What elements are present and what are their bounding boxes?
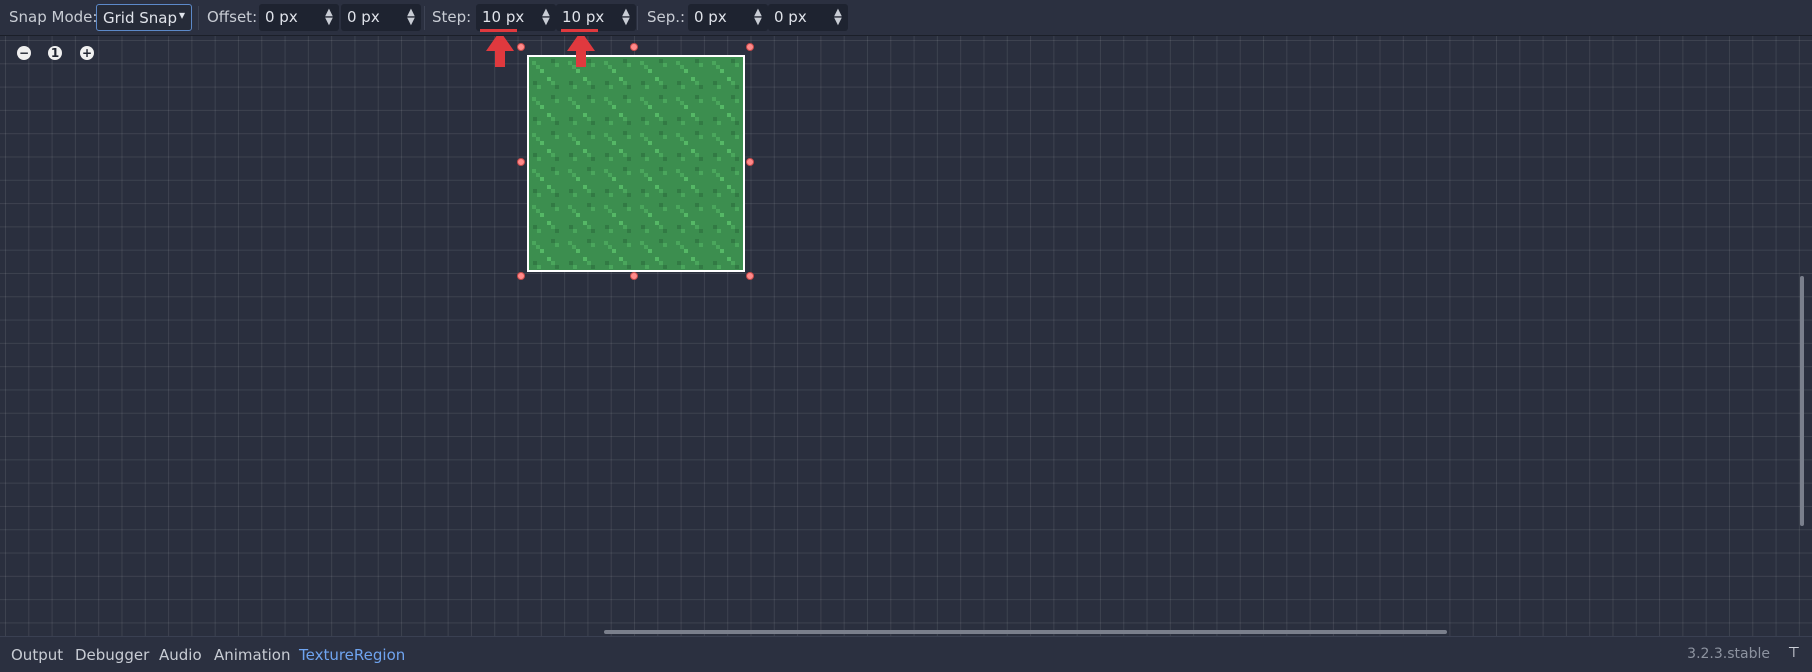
separation-label: Sep.: [647, 8, 686, 26]
sep-x-spinbox[interactable]: 0 px ▲ ▼ [688, 4, 768, 31]
resize-handle-bottom-right[interactable] [746, 272, 754, 280]
arrow-up-icon [567, 36, 595, 67]
leaf-pattern-image [529, 57, 743, 270]
tab-audio[interactable]: Audio [159, 646, 202, 664]
offset-y-spinbox[interactable]: 0 px ▲ ▼ [341, 4, 421, 31]
zoom-in-icon[interactable]: + [80, 46, 94, 60]
step-y-value: 10 px [562, 8, 605, 26]
snap-mode-label: Snap Mode: [9, 8, 98, 26]
toolbar-divider [198, 6, 199, 30]
offset-label: Offset: [207, 8, 258, 26]
snap-toolbar: Snap Mode: Grid Snap ▾ Offset: 0 px ▲ ▼ 0… [0, 0, 1812, 36]
sep-x-value: 0 px [694, 8, 727, 26]
offset-y-value: 0 px [347, 8, 380, 26]
zoom-reset-icon[interactable]: 1 [48, 46, 62, 60]
snap-mode-select[interactable]: Grid Snap ▾ [96, 4, 192, 31]
spin-arrows-icon[interactable]: ▲ ▼ [323, 7, 335, 27]
sep-y-spinbox[interactable]: 0 px ▲ ▼ [768, 4, 848, 31]
step-y-spinbox[interactable]: 10 px ▲ ▼ [556, 4, 636, 31]
toolbar-divider [424, 6, 425, 30]
spin-arrows-icon[interactable]: ▲ ▼ [620, 7, 632, 27]
resize-handle-bottom-left[interactable] [517, 272, 525, 280]
resize-handle-right[interactable] [746, 158, 754, 166]
spin-arrows-icon[interactable]: ▲ ▼ [540, 7, 552, 27]
snap-mode-value: Grid Snap [103, 9, 177, 27]
resize-handle-top-left[interactable] [517, 43, 525, 51]
toolbar-divider [637, 6, 638, 30]
chevron-down-icon: ▾ [178, 8, 185, 22]
step-x-spinbox[interactable]: 10 px ▲ ▼ [476, 4, 556, 31]
annotation-underline [480, 29, 517, 32]
resize-handle-top-right[interactable] [746, 43, 754, 51]
arrow-up-icon [486, 36, 514, 67]
pin-panel-icon[interactable]: ⊤ [1788, 645, 1800, 661]
offset-x-value: 0 px [265, 8, 298, 26]
bottom-panel-tabs: Output Debugger Audio Animation TextureR… [0, 636, 1812, 672]
zoom-out-icon[interactable]: − [17, 46, 31, 60]
spin-arrows-icon[interactable]: ▲ ▼ [752, 7, 764, 27]
vertical-scrollbar[interactable] [1800, 276, 1804, 526]
spin-arrows-icon[interactable]: ▲ ▼ [405, 7, 417, 27]
offset-x-spinbox[interactable]: 0 px ▲ ▼ [259, 4, 339, 31]
resize-handle-left[interactable] [517, 158, 525, 166]
tab-output[interactable]: Output [11, 646, 63, 664]
annotation-underline [561, 29, 598, 32]
tab-animation[interactable]: Animation [214, 646, 290, 664]
sep-y-value: 0 px [774, 8, 807, 26]
tab-debugger[interactable]: Debugger [75, 646, 149, 664]
horizontal-scrollbar[interactable] [604, 630, 1447, 634]
step-x-value: 10 px [482, 8, 525, 26]
spin-arrows-icon[interactable]: ▲ ▼ [832, 7, 844, 27]
version-label: 3.2.3.stable [1687, 646, 1770, 662]
resize-handle-bottom[interactable] [630, 272, 638, 280]
tab-texture-region[interactable]: TextureRegion [299, 646, 405, 664]
texture-preview [527, 55, 745, 272]
resize-handle-top[interactable] [630, 43, 638, 51]
texture-region-canvas[interactable]: − 1 + [0, 36, 1812, 636]
step-label: Step: [432, 8, 472, 26]
